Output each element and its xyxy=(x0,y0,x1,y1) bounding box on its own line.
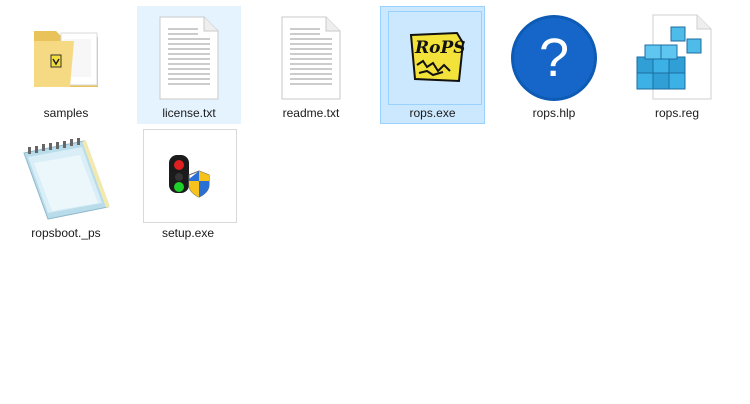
notepad-icon xyxy=(19,133,113,223)
file-label: rops.reg xyxy=(654,106,700,120)
file-item-rops-exe[interactable]: RoPS rops.exe xyxy=(380,6,485,124)
rops-app-icon: RoPS xyxy=(381,11,484,105)
file-item-readme[interactable]: readme.txt xyxy=(263,6,359,124)
folder-icon xyxy=(19,13,113,103)
file-label: license.txt xyxy=(162,106,216,120)
file-label: readme.txt xyxy=(282,106,340,120)
file-item-rops-hlp[interactable]: ? rops.hlp xyxy=(506,6,602,124)
file-label: ropsboot._ps xyxy=(31,226,101,240)
text-document-icon xyxy=(138,13,240,103)
file-item-license[interactable]: license.txt xyxy=(137,6,241,124)
file-item-samples[interactable]: samples xyxy=(18,6,114,124)
file-label: rops.hlp xyxy=(532,106,576,120)
help-glyph: ? xyxy=(539,28,569,88)
file-item-setup-exe[interactable]: setup.exe xyxy=(140,126,237,244)
text-document-icon xyxy=(264,13,358,103)
file-label: samples xyxy=(43,106,89,120)
file-item-rops-reg[interactable]: rops.reg xyxy=(629,6,725,124)
file-label: rops.exe xyxy=(409,106,456,120)
rops-icon-text: RoPS xyxy=(414,38,465,58)
file-label: setup.exe xyxy=(161,226,215,240)
file-item-ropsboot[interactable]: ropsboot._ps xyxy=(18,126,114,244)
help-file-icon: ? xyxy=(507,13,601,103)
registry-file-icon xyxy=(630,13,724,103)
installer-icon xyxy=(141,133,235,223)
